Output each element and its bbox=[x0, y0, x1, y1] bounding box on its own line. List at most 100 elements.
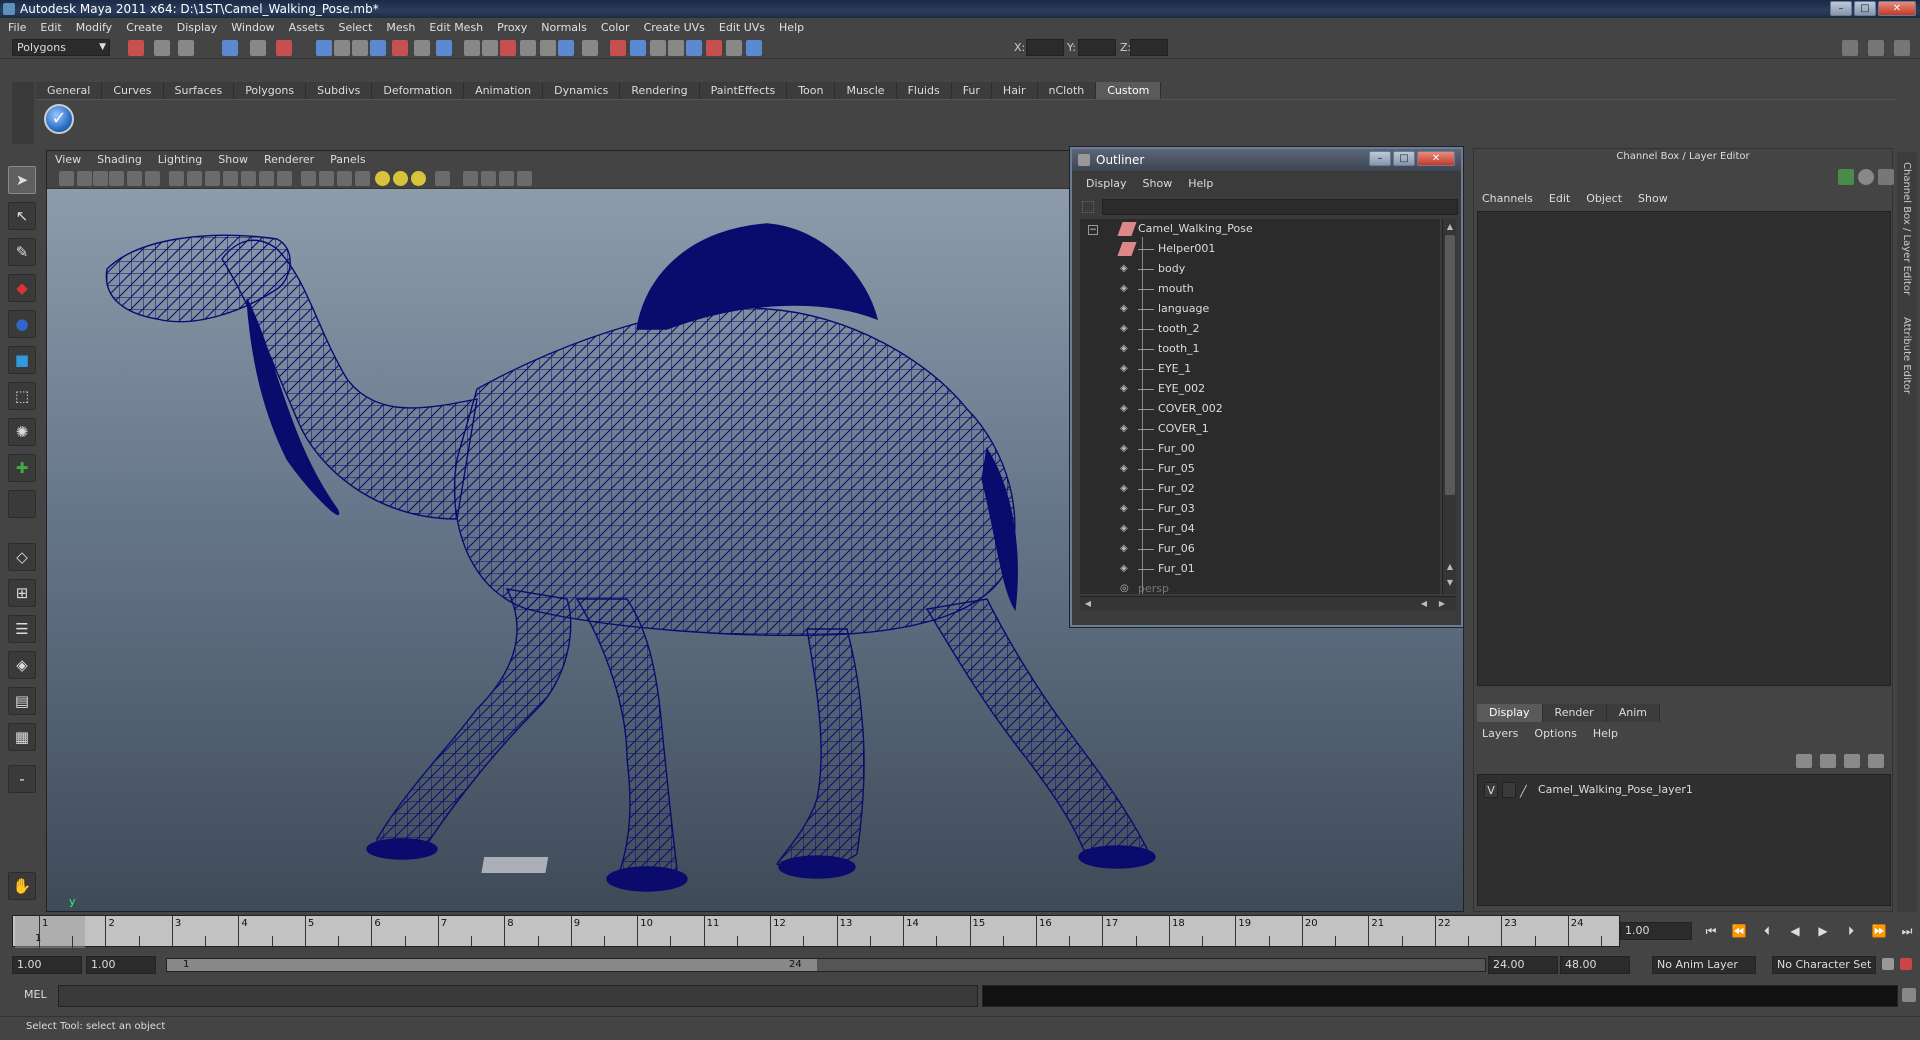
menu-color[interactable]: Color bbox=[601, 21, 630, 34]
four-view-layout-button[interactable]: ⊞ bbox=[8, 579, 36, 607]
textured-icon[interactable] bbox=[355, 171, 370, 186]
outliner-item[interactable]: ◈ body bbox=[1080, 259, 1440, 279]
shelf-tab-deformation[interactable]: Deformation bbox=[372, 82, 465, 99]
safe-title-icon[interactable] bbox=[277, 171, 292, 186]
channel-box-side-tab[interactable]: Channel Box / Layer Editor bbox=[1901, 162, 1912, 295]
shelf-tab-ncloth[interactable]: nCloth bbox=[1037, 82, 1097, 99]
viewport-menu-lighting[interactable]: Lighting bbox=[158, 151, 202, 169]
new-scene-icon[interactable] bbox=[128, 40, 144, 56]
key-icon[interactable] bbox=[1882, 958, 1894, 970]
outliner-item[interactable]: ◈ tooth_2 bbox=[1080, 319, 1440, 339]
shelf-tab-painteffects[interactable]: PaintEffects bbox=[699, 82, 788, 99]
outliner-menu-display[interactable]: Display bbox=[1086, 175, 1127, 193]
close-button[interactable]: ✕ bbox=[1878, 1, 1916, 16]
outliner-minimize-button[interactable]: – bbox=[1369, 151, 1391, 166]
step-back-frame-button[interactable]: ⏴ bbox=[1756, 922, 1778, 940]
half-circle-icon[interactable] bbox=[1858, 169, 1874, 185]
select-object-icon[interactable] bbox=[250, 40, 266, 56]
toggle-icon-6[interactable] bbox=[746, 40, 762, 56]
menu-create[interactable]: Create bbox=[126, 21, 163, 34]
select-hierarchy-icon[interactable] bbox=[222, 40, 238, 56]
toggle-icon-1[interactable] bbox=[650, 40, 666, 56]
channel-box-menu-edit[interactable]: Edit bbox=[1549, 192, 1570, 205]
show-tool-settings-icon[interactable] bbox=[1868, 40, 1884, 56]
outliner-menu-show[interactable]: Show bbox=[1143, 175, 1173, 193]
hypershade-icon[interactable] bbox=[582, 40, 598, 56]
menu-normals[interactable]: Normals bbox=[541, 21, 587, 34]
shelf-tab-dynamics[interactable]: Dynamics bbox=[543, 82, 621, 99]
render-frame-icon[interactable] bbox=[520, 40, 536, 56]
image-plane-icon[interactable] bbox=[109, 171, 124, 186]
mel-command-input[interactable] bbox=[58, 985, 978, 1007]
scale-tool-button[interactable]: ■ bbox=[8, 346, 36, 374]
shelf-tab-animation[interactable]: Animation bbox=[464, 82, 544, 99]
go-to-start-button[interactable]: ⏮ bbox=[1700, 922, 1722, 940]
layer-row[interactable]: V ╱ Camel_Walking_Pose_layer1 bbox=[1478, 780, 1890, 800]
shelf-tab-custom[interactable]: Custom bbox=[1096, 82, 1162, 99]
y-input[interactable] bbox=[1078, 39, 1116, 56]
select-tool-button[interactable]: ➤ bbox=[8, 166, 36, 194]
field-chart-icon[interactable] bbox=[241, 171, 256, 186]
end-range-field[interactable]: 24.00 bbox=[1488, 956, 1558, 974]
outliner-item[interactable]: ◈ COVER_002 bbox=[1080, 399, 1440, 419]
output-ops-icon[interactable] bbox=[482, 40, 498, 56]
layer-tab-render[interactable]: Render bbox=[1542, 704, 1607, 722]
snap-grid-icon[interactable] bbox=[334, 40, 350, 56]
menu-edit-mesh[interactable]: Edit Mesh bbox=[429, 21, 483, 34]
toggle-icon-5[interactable] bbox=[726, 40, 742, 56]
pen-icon[interactable] bbox=[1878, 169, 1894, 185]
lasso-tool-button[interactable]: ↖ bbox=[8, 202, 36, 230]
viewport-menu-panels[interactable]: Panels bbox=[330, 151, 365, 169]
menu-set-dropdown[interactable]: Polygons ▼ bbox=[12, 39, 110, 56]
toggle-icon-3[interactable] bbox=[686, 40, 702, 56]
outliner-vertical-scrollbar[interactable]: ▲ ▲ ▼ bbox=[1442, 219, 1456, 594]
layer-color-swatch-icon[interactable]: ╱ bbox=[1520, 782, 1534, 798]
range-slider-thumb[interactable]: 1 24 bbox=[167, 959, 817, 971]
shadows-icon[interactable] bbox=[411, 171, 426, 186]
shelf-tab-hair[interactable]: Hair bbox=[991, 82, 1038, 99]
auto-key-icon[interactable] bbox=[1900, 958, 1912, 970]
viewport-menu-renderer[interactable]: Renderer bbox=[264, 151, 314, 169]
toolbox-more-button[interactable]: - bbox=[8, 765, 36, 793]
z-input[interactable] bbox=[1130, 39, 1168, 56]
safe-action-icon[interactable] bbox=[259, 171, 274, 186]
render-view-icon[interactable] bbox=[610, 40, 626, 56]
shelf-tab-polygons[interactable]: Polygons bbox=[234, 82, 307, 99]
shelf-tab-muscle[interactable]: Muscle bbox=[835, 82, 897, 99]
show-attribute-editor-icon[interactable] bbox=[1894, 40, 1910, 56]
layer-tab-display[interactable]: Display bbox=[1477, 704, 1543, 722]
outliner-item[interactable]: ◈ Fur_06 bbox=[1080, 539, 1440, 559]
scroll-down-icon[interactable]: ▲ bbox=[1444, 561, 1456, 573]
persp-hypershade-layout-button[interactable]: ▤ bbox=[8, 687, 36, 715]
menu-mesh[interactable]: Mesh bbox=[386, 21, 415, 34]
film-gate-icon[interactable] bbox=[187, 171, 202, 186]
layer-playback-toggle[interactable] bbox=[1502, 782, 1516, 798]
outliner-item[interactable]: ◈ language bbox=[1080, 299, 1440, 319]
high-quality-icon[interactable] bbox=[517, 171, 532, 186]
render-settings-icon[interactable] bbox=[558, 40, 574, 56]
bookmark-icon[interactable] bbox=[93, 171, 108, 186]
menu-edit-uvs[interactable]: Edit UVs bbox=[719, 21, 765, 34]
outliner-item[interactable]: ◈ Fur_01 bbox=[1080, 559, 1440, 579]
channel-box-menu-object[interactable]: Object bbox=[1586, 192, 1622, 205]
end-time-field[interactable]: 48.00 bbox=[1560, 956, 1630, 974]
snap-live-icon[interactable] bbox=[414, 40, 430, 56]
grid-icon[interactable] bbox=[169, 171, 184, 186]
outliner-item[interactable]: ◈ tooth_1 bbox=[1080, 339, 1440, 359]
layer-menu-layers[interactable]: Layers bbox=[1482, 727, 1518, 740]
snap-curve-icon[interactable] bbox=[352, 40, 368, 56]
channel-box-menu-show[interactable]: Show bbox=[1638, 192, 1668, 205]
viewport-menu-view[interactable]: View bbox=[55, 151, 81, 169]
open-scene-icon[interactable] bbox=[154, 40, 170, 56]
outliner-item[interactable]: ◈ Fur_00 bbox=[1080, 439, 1440, 459]
play-backward-button[interactable]: ◀ bbox=[1784, 922, 1806, 940]
all-lights-icon[interactable] bbox=[393, 171, 408, 186]
attribute-editor-side-tab[interactable]: Attribute Editor bbox=[1901, 317, 1912, 394]
channel-icon[interactable] bbox=[1838, 169, 1854, 185]
maximize-button[interactable]: □ bbox=[1854, 1, 1876, 16]
outliner-item[interactable]: Helper001 bbox=[1080, 239, 1440, 259]
outliner-menu-help[interactable]: Help bbox=[1188, 175, 1213, 193]
move-tool-button[interactable]: ◆ bbox=[8, 274, 36, 302]
universal-manipulator-button[interactable]: ⬚ bbox=[8, 382, 36, 410]
shelf-tab-curves[interactable]: Curves bbox=[102, 82, 164, 99]
